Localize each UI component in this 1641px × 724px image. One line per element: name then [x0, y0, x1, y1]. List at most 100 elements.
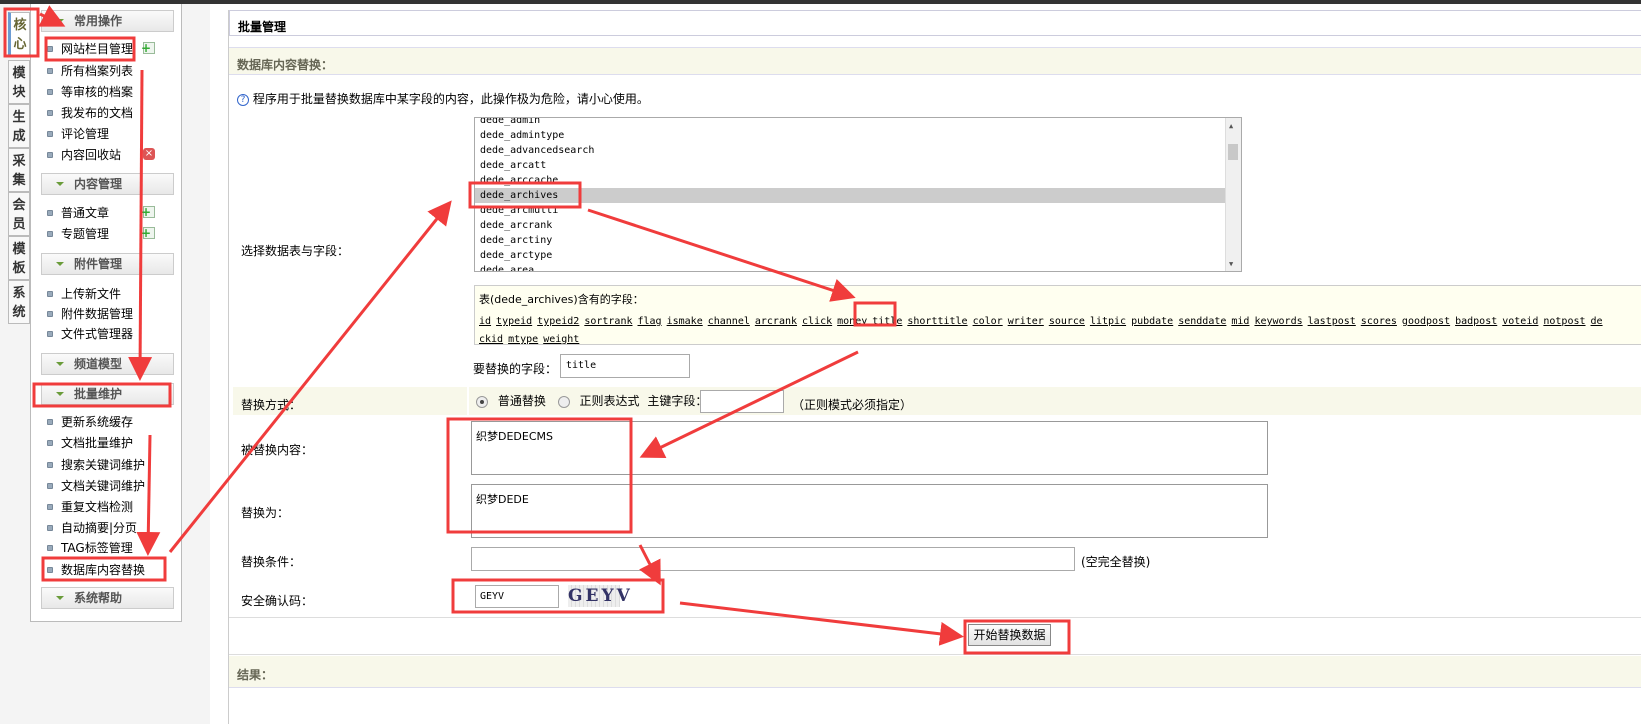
replace-from-textarea[interactable]: 织梦DEDECMS — [471, 421, 1268, 475]
captcha-input[interactable]: GEYV — [475, 585, 559, 608]
table-option[interactable]: dede_area — [475, 263, 1241, 271]
tab-templates[interactable]: 模板 — [8, 236, 30, 280]
field-link[interactable]: flag — [638, 316, 662, 327]
field-link[interactable]: mid — [1231, 316, 1249, 327]
sidebar-item-batch-docs[interactable]: 文档批量维护 — [47, 435, 133, 451]
sidebar-item-cache[interactable]: 更新系统缓存 — [47, 414, 133, 430]
sidebar-section-attachments[interactable]: 附件管理 — [41, 253, 174, 275]
field-link[interactable]: typeid2 — [537, 316, 579, 327]
field-link[interactable]: ckid — [479, 334, 503, 344]
field-link[interactable]: source — [1049, 316, 1085, 327]
sidebar-item-upload[interactable]: 上传新文件 — [47, 286, 121, 302]
delete-icon[interactable]: × — [143, 148, 155, 160]
tab-system[interactable]: 系统 — [8, 280, 30, 324]
start-replace-button[interactable]: 开始替换数据 — [968, 624, 1051, 646]
table-option[interactable]: dede_arccache — [475, 173, 1241, 188]
field-link[interactable]: ismake — [667, 316, 703, 327]
table-option[interactable]: dede_archives — [475, 188, 1241, 203]
key-field-input[interactable] — [700, 390, 784, 413]
sidebar-item-columns[interactable]: 网站栏目管理 — [47, 41, 133, 57]
sidebar-item-file-manager[interactable]: 文件式管理器 — [47, 326, 133, 342]
field-link[interactable]: channel — [708, 316, 750, 327]
sidebar-item-my-docs[interactable]: 我发布的文档 — [47, 105, 133, 121]
sidebar-item-pending[interactable]: 等审核的档案 — [47, 84, 133, 100]
field-link[interactable]: sortrank — [584, 316, 632, 327]
field-link[interactable]: title — [872, 316, 902, 327]
captcha-image[interactable]: GEYV — [568, 585, 630, 607]
sidebar-section-channel[interactable]: 频道模型 — [41, 353, 174, 375]
sidebar-item-doc-keywords[interactable]: 文档关键词维护 — [47, 478, 145, 494]
sidebar-section-batch[interactable]: 批量维护 — [41, 383, 174, 405]
scrollbar[interactable]: ▲ ▼ — [1225, 118, 1241, 271]
field-link[interactable]: color — [973, 316, 1003, 327]
field-link[interactable]: weight — [543, 334, 579, 344]
radio-regex[interactable] — [557, 395, 570, 408]
table-option[interactable]: dede_advancedsearch — [475, 143, 1241, 158]
table-option[interactable]: dede_arcatt — [475, 158, 1241, 173]
tab-generate[interactable]: 生成 — [8, 104, 30, 148]
tab-core[interactable]: 核心 — [8, 12, 30, 56]
sidebar-item-tags[interactable]: TAG标签管理 — [47, 540, 133, 556]
field-link[interactable]: click — [802, 316, 832, 327]
scroll-up-icon[interactable]: ▲ — [1229, 122, 1233, 130]
replace-to-textarea[interactable]: 织梦DEDE — [471, 484, 1268, 538]
field-link[interactable]: keywords — [1254, 316, 1302, 327]
condition-label: 替换条件： — [241, 555, 302, 569]
sidebar-item-all-archives[interactable]: 所有档案列表 — [47, 63, 133, 79]
field-link[interactable]: mtype — [508, 334, 538, 344]
field-link[interactable]: shorttitle — [907, 316, 967, 327]
table-select[interactable]: dede_admin dede_admintype dede_advancedsea… — [474, 117, 1242, 272]
field-link[interactable]: id — [479, 316, 491, 327]
field-link[interactable]: voteid — [1502, 316, 1538, 327]
add-icon[interactable] — [141, 227, 155, 239]
sidebar-section-help[interactable]: 系统帮助 — [41, 587, 174, 609]
sidebar-item-topics[interactable]: 专题管理 — [47, 226, 109, 242]
top-bar — [0, 0, 1641, 4]
table-option[interactable]: dede_admintype — [475, 128, 1241, 143]
field-link[interactable]: notpost — [1543, 316, 1585, 327]
condition-input[interactable] — [471, 547, 1075, 571]
table-option[interactable]: dede_arcmulti — [475, 203, 1241, 218]
field-link[interactable]: goodpost — [1402, 316, 1450, 327]
sidebar-section-content[interactable]: 内容管理 — [41, 173, 174, 195]
sidebar-item-search-keywords[interactable]: 搜索关键词维护 — [47, 457, 145, 473]
tab-members[interactable]: 会员 — [8, 192, 30, 236]
field-link[interactable]: de — [1591, 316, 1603, 327]
replace-to-label: 替换为： — [241, 506, 290, 520]
sidebar-section-common[interactable]: 常用操作 — [41, 10, 174, 32]
add-icon[interactable] — [141, 42, 155, 54]
table-option[interactable]: dede_arctiny — [475, 233, 1241, 248]
field-link[interactable]: senddate — [1178, 316, 1226, 327]
field-link[interactable]: scores — [1361, 316, 1397, 327]
add-icon[interactable] — [141, 206, 155, 218]
field-link[interactable]: litpic — [1090, 316, 1126, 327]
table-option[interactable]: dede_arcrank — [475, 218, 1241, 233]
field-link[interactable]: writer — [1008, 316, 1044, 327]
field-link[interactable]: lastpost — [1308, 316, 1356, 327]
radio-normal[interactable] — [476, 395, 488, 408]
sidebar-item-articles[interactable]: 普通文章 — [47, 205, 109, 221]
sidebar-item-duplicate[interactable]: 重复文档检测 — [47, 499, 133, 515]
sidebar-item-summary[interactable]: 自动摘要|分页 — [47, 520, 137, 536]
bullet-icon — [47, 525, 53, 531]
sidebar-item-comments[interactable]: 评论管理 — [47, 126, 109, 142]
field-link[interactable]: badpost — [1455, 316, 1497, 327]
tab-collect[interactable]: 采集 — [8, 148, 30, 192]
field-link[interactable]: typeid — [496, 316, 532, 327]
radio-regex-label[interactable]: 正则表达式 — [580, 394, 640, 408]
scroll-down-icon[interactable]: ▼ — [1229, 260, 1233, 268]
sidebar-item-recycle[interactable]: 内容回收站 — [47, 147, 121, 163]
scroll-thumb[interactable] — [1228, 144, 1238, 160]
sidebar-item-attach-data[interactable]: 附件数据管理 — [47, 306, 133, 322]
field-link[interactable]: pubdate — [1131, 316, 1173, 327]
table-option[interactable]: dede_admin — [475, 118, 1241, 128]
section-title: 频道模型 — [74, 357, 123, 371]
table-option[interactable]: dede_arctype — [475, 248, 1241, 263]
field-link[interactable]: arcrank — [755, 316, 797, 327]
field-input[interactable]: title — [560, 354, 690, 378]
section-title: 批量维护 — [74, 387, 123, 401]
sidebar-item-db-replace[interactable]: 数据库内容替换 — [47, 562, 145, 578]
radio-normal-label[interactable]: 普通替换 — [498, 394, 546, 408]
field-link[interactable]: money — [837, 316, 867, 327]
tab-modules[interactable]: 模块 — [8, 60, 30, 104]
